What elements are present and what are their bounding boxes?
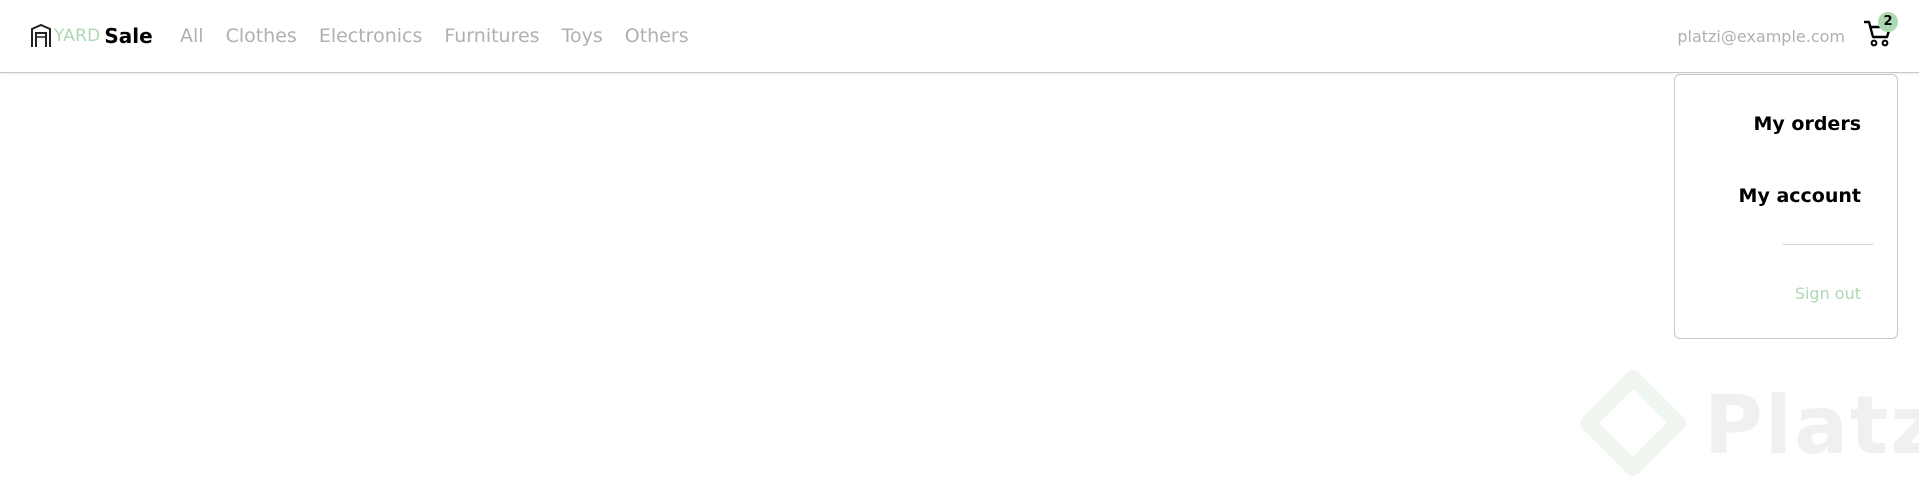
logo-yard-text: YARD: [54, 26, 101, 46]
category-nav: All Clothes Electronics Furnitures Toys …: [180, 24, 689, 48]
nav-link-others[interactable]: Others: [625, 24, 689, 48]
account-dropdown-menu: My orders My account Sign out: [1674, 74, 1898, 339]
logo[interactable]: YARD Sale: [30, 22, 153, 50]
nav-link-clothes[interactable]: Clothes: [226, 24, 297, 48]
logo-sale-text: Sale: [104, 24, 153, 48]
cart-count-badge: 2: [1878, 12, 1898, 32]
nav-link-electronics[interactable]: Electronics: [319, 24, 423, 48]
platzi-watermark-text: Platzi: [1704, 378, 1919, 472]
navbar: YARD Sale All Clothes Electronics Furnit…: [0, 0, 1919, 73]
menu-divider: [1783, 244, 1873, 245]
yard-logo-icon: [31, 24, 51, 47]
nav-link-all[interactable]: All: [180, 24, 204, 48]
platzi-logo-icon: [1580, 370, 1686, 476]
my-orders-link[interactable]: My orders: [1754, 113, 1862, 135]
nav-link-toys[interactable]: Toys: [562, 24, 603, 48]
platzi-watermark: Platzi: [1578, 370, 1919, 480]
my-account-link[interactable]: My account: [1739, 185, 1861, 207]
sign-out-link[interactable]: Sign out: [1795, 284, 1861, 303]
user-email[interactable]: platzi@example.com: [1677, 27, 1845, 46]
nav-link-furnitures[interactable]: Furnitures: [444, 24, 539, 48]
cart-button[interactable]: 2: [1860, 12, 1898, 52]
